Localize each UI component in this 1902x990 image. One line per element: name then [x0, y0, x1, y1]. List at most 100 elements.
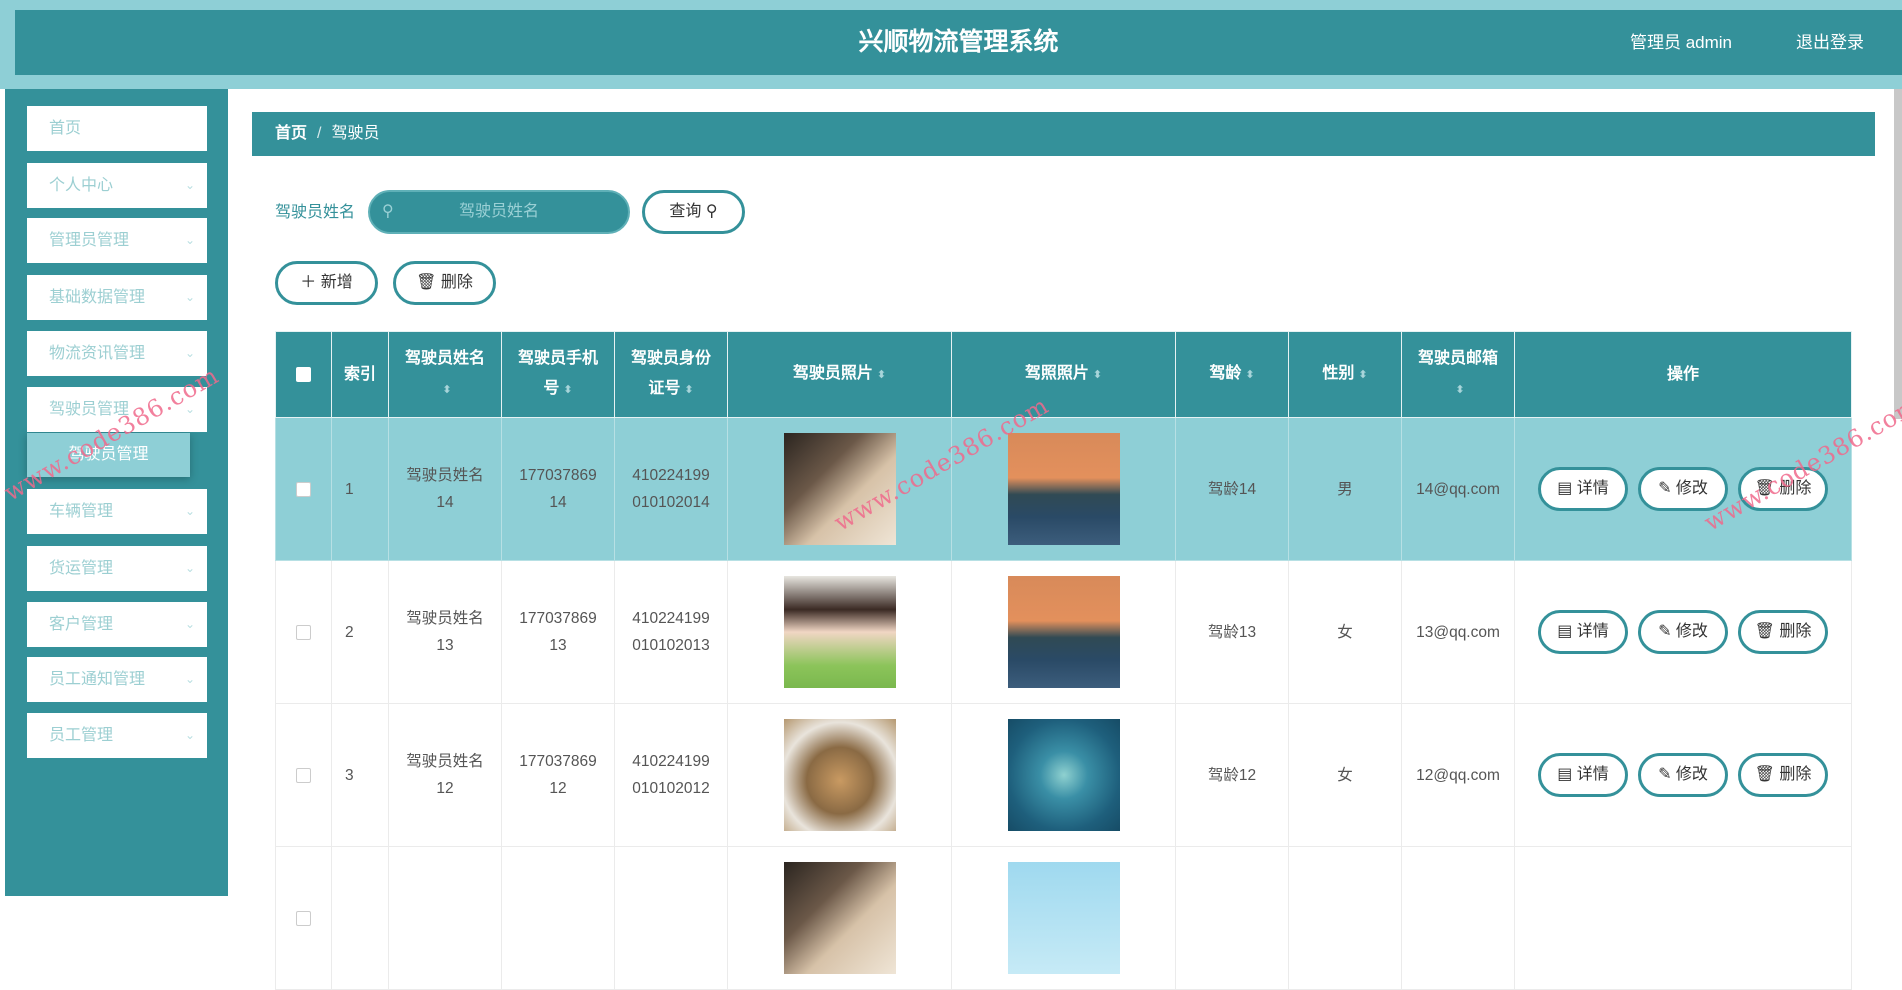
sort-icon[interactable]: ⬍ — [684, 384, 693, 396]
row-select[interactable] — [275, 417, 332, 561]
cell-phone: 17703786912 — [501, 703, 615, 847]
column-header[interactable]: 驾照照片 ⬍ — [951, 331, 1176, 418]
cell-email: 13@qq.com — [1401, 560, 1515, 704]
sidebar-item-label: 基础数据管理 — [49, 289, 146, 306]
cell-email: 14@qq.com — [1401, 417, 1515, 561]
delete-button[interactable]: 🗑 删除 — [1738, 467, 1828, 511]
row-select[interactable] — [275, 703, 332, 847]
sidebar-item[interactable]: 驾驶员管理 ⌄ — [27, 387, 207, 432]
sidebar-item[interactable]: 货运管理 ⌄ — [27, 546, 207, 591]
cell-idcard: 410224199010102014 — [614, 417, 728, 561]
driver-photo-image[interactable] — [783, 433, 896, 545]
column-header: 操作 — [1514, 331, 1852, 418]
sort-icon[interactable]: ⬍ — [877, 369, 886, 381]
sidebar-item[interactable]: 首页 — [27, 106, 207, 151]
edit-button[interactable]: ✎ 修改 — [1638, 610, 1728, 654]
query-label: 查询 — [669, 203, 702, 220]
scrollbar[interactable] — [1894, 89, 1902, 419]
cell-email — [1401, 846, 1515, 990]
driver-photo-image[interactable] — [783, 576, 896, 688]
cell-idcard: 410224199010102012 — [614, 703, 728, 847]
sidebar-item-label: 车辆管理 — [49, 503, 114, 520]
cell-index: 3 — [331, 703, 389, 847]
sidebar-item[interactable]: 员工通知管理 ⌄ — [27, 657, 207, 702]
driver-photo-image[interactable] — [783, 719, 896, 831]
sort-icon[interactable]: ⬍ — [1455, 384, 1464, 396]
chevron-down-icon: ⌄ — [184, 402, 195, 416]
sidebar-item[interactable]: 物流资讯管理 ⌄ — [27, 331, 207, 376]
batch-delete-button[interactable]: 🗑 删除 — [393, 261, 496, 305]
select-all[interactable] — [275, 331, 332, 418]
column-header-label: 性别 — [1322, 365, 1355, 382]
cell-age: 驾龄14 — [1175, 417, 1289, 561]
sidebar-item[interactable]: 员工管理 ⌄ — [27, 713, 207, 758]
table-row[interactable]: 1 驾驶员姓名14 17703786914 410224199010102014 驾龄1… — [275, 417, 1852, 561]
column-header[interactable]: 驾驶员身份证号 ⬍ — [614, 331, 728, 418]
add-button[interactable]: ＋ 新增 — [275, 261, 378, 305]
sidebar-item-label: 首页 — [49, 120, 82, 137]
row-checkbox[interactable] — [296, 481, 311, 497]
sidebar-item[interactable]: 车辆管理 ⌄ — [27, 489, 207, 534]
cell-phone: 17703786914 — [501, 417, 615, 561]
detail-button[interactable]: ▤ 详情 — [1538, 610, 1628, 654]
cell-gender: 女 — [1288, 703, 1402, 847]
row-select[interactable] — [275, 560, 332, 704]
sidebar-item[interactable]: 管理员管理 ⌄ — [27, 218, 207, 263]
delete-button[interactable]: 🗑 删除 — [1738, 610, 1828, 654]
license-photo-image[interactable] — [1007, 576, 1120, 688]
edit-button[interactable]: ✎ 修改 — [1638, 753, 1728, 797]
detail-label: 详情 — [1576, 480, 1609, 497]
breadcrumb-home[interactable]: 首页 — [275, 125, 307, 142]
cell-phone — [501, 846, 615, 990]
search-label: 驾驶员姓名 — [275, 204, 356, 221]
table-row[interactable]: 3 驾驶员姓名12 17703786912 410224199010102012 驾龄1… — [275, 703, 1852, 847]
cell-age — [1175, 846, 1289, 990]
sidebar-item[interactable]: 基础数据管理 ⌄ — [27, 275, 207, 320]
sidebar-item-label: 员工通知管理 — [49, 671, 146, 688]
chevron-down-icon: ⌄ — [184, 290, 195, 304]
column-header-label: 索引 — [343, 365, 376, 383]
row-checkbox[interactable] — [296, 767, 311, 783]
edit-button[interactable]: ✎ 修改 — [1638, 467, 1728, 511]
delete-button[interactable]: 🗑 删除 — [1738, 753, 1828, 797]
driver-photo-image[interactable] — [783, 862, 896, 974]
cell-index: 2 — [331, 560, 389, 704]
sort-icon[interactable]: ⬍ — [563, 384, 572, 396]
edit-label: 修改 — [1675, 766, 1708, 783]
query-button[interactable]: 查询 ⚲ — [642, 190, 745, 234]
sidebar-item-label: 驾驶员管理 — [49, 401, 130, 418]
trash-icon: 🗑 — [1754, 480, 1775, 497]
delete-label: 删除 — [1779, 480, 1812, 497]
column-header[interactable]: 驾驶员邮箱 ⬍ — [1401, 331, 1515, 418]
sidebar-item[interactable]: 个人中心 ⌄ — [27, 163, 207, 208]
column-header[interactable]: 索引 — [331, 331, 389, 418]
sort-icon[interactable]: ⬍ — [442, 384, 451, 396]
sort-icon[interactable]: ⬍ — [1245, 369, 1254, 381]
license-photo-image[interactable] — [1007, 719, 1120, 831]
column-header[interactable]: 驾驶员手机号 ⬍ — [501, 331, 615, 418]
column-header[interactable]: 驾驶员姓名 ⬍ — [388, 331, 502, 418]
license-photo-image[interactable] — [1007, 862, 1120, 974]
sidebar-item-label: 货运管理 — [49, 560, 114, 577]
sidebar-item[interactable]: 客户管理 ⌄ — [27, 602, 207, 647]
detail-button[interactable]: ▤ 详情 — [1538, 467, 1628, 511]
column-header[interactable]: 性别 ⬍ — [1288, 331, 1402, 418]
row-checkbox[interactable] — [296, 624, 311, 640]
table-row[interactable]: 2 驾驶员姓名13 17703786913 410224199010102013 驾龄1… — [275, 560, 1852, 704]
detail-button[interactable]: ▤ 详情 — [1538, 753, 1628, 797]
add-label: 新增 — [320, 274, 353, 291]
sidebar-subitem-driver-management[interactable]: 驾驶员管理 — [27, 433, 190, 477]
column-header[interactable]: 驾龄 ⬍ — [1175, 331, 1289, 418]
sort-icon[interactable]: ⬍ — [1358, 369, 1367, 381]
logout-link[interactable]: 退出登录 — [1796, 10, 1864, 75]
row-checkbox[interactable] — [296, 910, 311, 926]
table-row[interactable] — [275, 846, 1852, 990]
sidebar-item-label: 客户管理 — [49, 616, 114, 633]
sort-icon[interactable]: ⬍ — [1093, 369, 1102, 381]
search-input[interactable]: ⚲ 驾驶员姓名 — [368, 190, 630, 234]
license-photo-image[interactable] — [1007, 433, 1120, 545]
column-header[interactable]: 驾驶员照片 ⬍ — [727, 331, 952, 418]
row-select[interactable] — [275, 846, 332, 990]
select-all-checkbox[interactable] — [296, 366, 311, 382]
column-header-label: 驾驶员手机号 — [517, 350, 598, 397]
